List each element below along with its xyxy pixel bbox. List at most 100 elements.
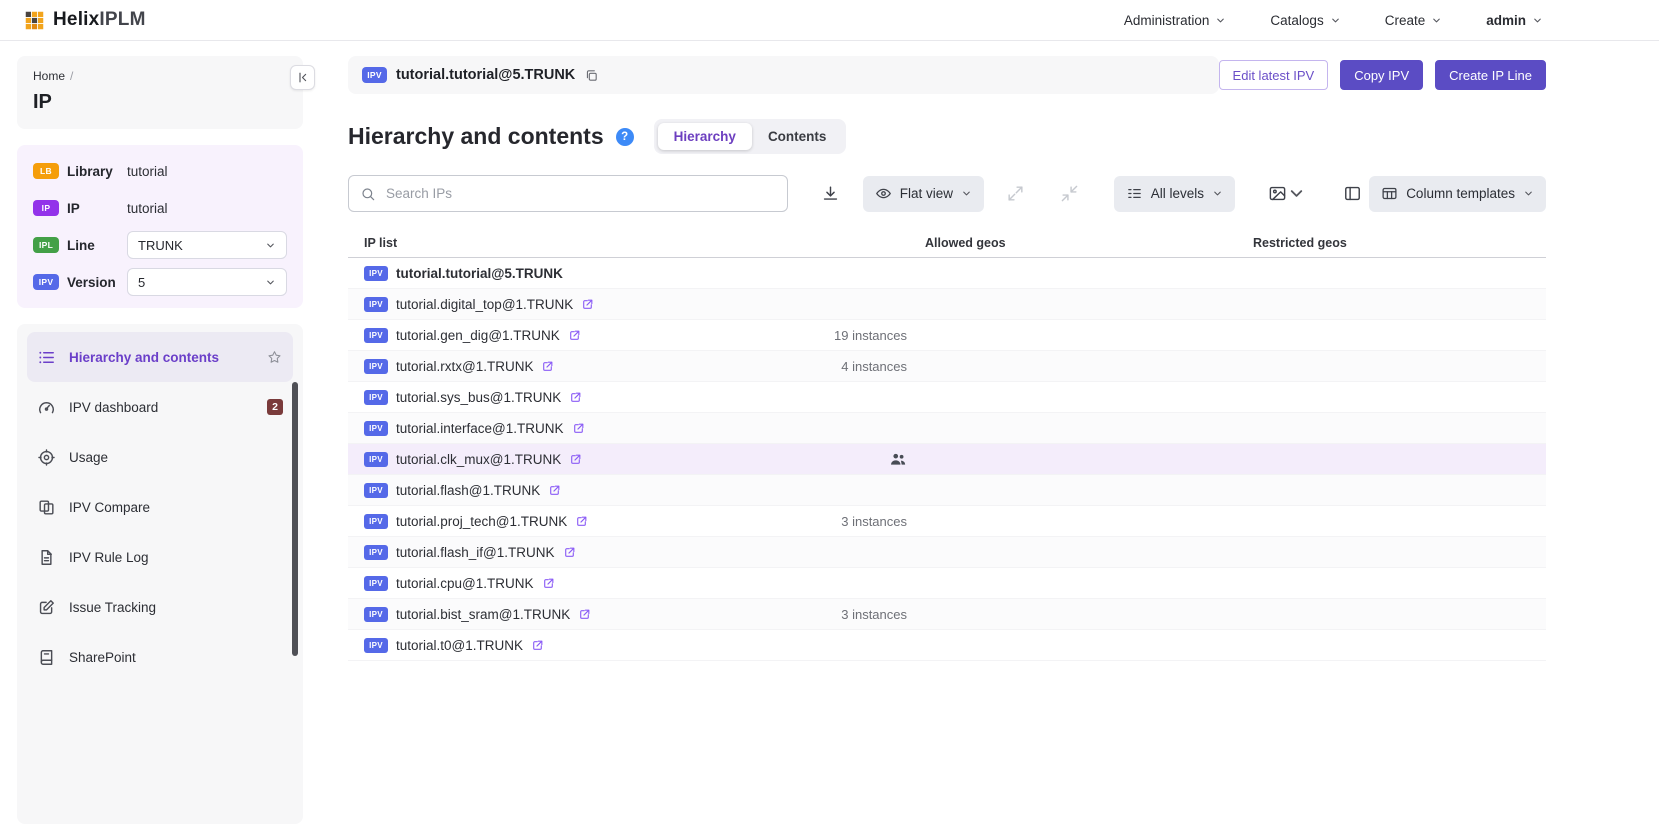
page-title: Hierarchy and contents bbox=[348, 123, 604, 150]
sidebar-item-label: Issue Tracking bbox=[69, 600, 156, 615]
table-row[interactable]: IPVtutorial.bist_sram@1.TRUNK3 instances bbox=[348, 599, 1546, 630]
table-row[interactable]: IPVtutorial.rxtx@1.TRUNK4 instances bbox=[348, 351, 1546, 382]
main-content: IPV tutorial.tutorial@5.TRUNK Edit lates… bbox=[348, 56, 1546, 661]
table-row[interactable]: IPVtutorial.gen_dig@1.TRUNK19 instances bbox=[348, 320, 1546, 351]
ip-name: tutorial.rxtx@1.TRUNK bbox=[396, 359, 533, 374]
table-row[interactable]: IPVtutorial.flash@1.TRUNK bbox=[348, 475, 1546, 506]
collapse-sidebar-button[interactable] bbox=[290, 65, 315, 90]
table-row[interactable]: IPVtutorial.tutorial@5.TRUNK bbox=[348, 258, 1546, 289]
menu-administration[interactable]: Administration bbox=[1124, 13, 1227, 28]
tab-hierarchy[interactable]: Hierarchy bbox=[658, 123, 752, 150]
book-icon bbox=[37, 648, 56, 667]
external-link-icon[interactable] bbox=[548, 484, 561, 497]
breadcrumb: Home/ bbox=[33, 69, 287, 83]
external-link-icon[interactable] bbox=[541, 360, 554, 373]
table-body: IPVtutorial.tutorial@5.TRUNKIPVtutorial.… bbox=[348, 258, 1546, 661]
board-view-button[interactable] bbox=[1336, 177, 1369, 211]
column-header-restricted-geos[interactable]: Restricted geos bbox=[1245, 236, 1546, 250]
all-levels-dropdown[interactable]: All levels bbox=[1114, 176, 1235, 212]
help-icon[interactable]: ? bbox=[616, 128, 634, 146]
ip-name: tutorial.proj_tech@1.TRUNK bbox=[396, 514, 567, 529]
column-header-allowed-geos[interactable]: Allowed geos bbox=[917, 236, 1245, 250]
ip-name: tutorial.interface@1.TRUNK bbox=[396, 421, 564, 436]
tab-contents[interactable]: Contents bbox=[752, 123, 843, 150]
sidebar-scrollbar[interactable] bbox=[292, 382, 298, 656]
edit-latest-ipv-button[interactable]: Edit latest IPV bbox=[1219, 60, 1329, 90]
column-header-ip-list[interactable]: IP list bbox=[348, 236, 917, 250]
external-link-icon[interactable] bbox=[569, 453, 582, 466]
ip-name: tutorial.sys_bus@1.TRUNK bbox=[396, 390, 561, 405]
library-value: tutorial bbox=[127, 164, 168, 179]
table-row[interactable]: IPVtutorial.cpu@1.TRUNK bbox=[348, 568, 1546, 599]
image-view-dropdown[interactable] bbox=[1265, 177, 1309, 211]
sidebar-item-ipv-dashboard[interactable]: IPV dashboard2 bbox=[27, 382, 293, 432]
version-select[interactable]: 5 bbox=[127, 268, 287, 296]
helix-logo-icon bbox=[24, 10, 45, 31]
ip-name: tutorial.clk_mux@1.TRUNK bbox=[396, 452, 561, 467]
sidebar-header: Home/ IP bbox=[17, 56, 303, 129]
table-row[interactable]: IPVtutorial.digital_top@1.TRUNK bbox=[348, 289, 1546, 320]
table-header: IP list Allowed geos Restricted geos bbox=[348, 236, 1546, 258]
hierarchy-icon bbox=[37, 348, 56, 367]
menu-admin-user[interactable]: admin bbox=[1486, 13, 1543, 28]
external-link-icon[interactable] bbox=[569, 391, 582, 404]
expand-icon bbox=[1006, 184, 1025, 203]
flat-view-dropdown[interactable]: Flat view bbox=[863, 176, 984, 212]
expand-all-button[interactable] bbox=[999, 177, 1032, 211]
sidebar-nav: Hierarchy and contentsIPV dashboard2 Usag… bbox=[17, 324, 303, 824]
collapse-all-button[interactable] bbox=[1053, 177, 1086, 211]
sidebar-item-label: Usage bbox=[69, 450, 108, 465]
copy-ipv-button[interactable]: Copy IPV bbox=[1340, 60, 1423, 90]
sidebar-item-sharepoint[interactable]: SharePoint bbox=[27, 632, 293, 682]
table-row[interactable]: IPV tutorial.sys_bus@1.TRUNK bbox=[348, 382, 1546, 413]
breadcrumb-home-link[interactable]: Home bbox=[33, 69, 65, 83]
sidebar-item-ipv-rule-log[interactable]: IPV Rule Log bbox=[27, 532, 293, 582]
ip-name: tutorial.t0@1.TRUNK bbox=[396, 638, 523, 653]
table-row[interactable]: IPV tutorial.t0@1.TRUNK bbox=[348, 630, 1546, 661]
ipv-banner: IPV tutorial.tutorial@5.TRUNK bbox=[348, 56, 1219, 94]
external-link-icon[interactable] bbox=[542, 577, 555, 590]
ipv-banner-row: IPV tutorial.tutorial@5.TRUNK Edit lates… bbox=[348, 56, 1546, 94]
copy-icon[interactable] bbox=[584, 68, 599, 83]
edit-icon bbox=[37, 598, 56, 617]
search-input[interactable] bbox=[384, 185, 776, 202]
menu-catalogs[interactable]: Catalogs bbox=[1270, 13, 1340, 28]
star-icon[interactable] bbox=[266, 349, 283, 366]
ipv-badge: IPV bbox=[362, 67, 387, 83]
ip-name: tutorial.digital_top@1.TRUNK bbox=[396, 297, 573, 312]
table-row[interactable]: IPVtutorial.flash_if@1.TRUNK bbox=[348, 537, 1546, 568]
ipv-badge: IPV bbox=[364, 390, 388, 405]
toolbar: Flat view All levels Column templates bbox=[348, 175, 1546, 212]
chevron-down-icon bbox=[1431, 15, 1442, 26]
ipv-badge: IPV bbox=[364, 638, 388, 653]
create-ip-line-button[interactable]: Create IP Line bbox=[1435, 60, 1546, 90]
collapse-left-icon bbox=[295, 70, 310, 85]
sidebar-item-hierarchy-and-contents[interactable]: Hierarchy and contents bbox=[27, 332, 293, 382]
external-link-icon[interactable] bbox=[572, 422, 585, 435]
menu-create[interactable]: Create bbox=[1385, 13, 1443, 28]
app-logo[interactable]: HelixIPLM bbox=[24, 9, 146, 31]
ip-row: IP IP tutorial bbox=[33, 194, 287, 222]
chevron-down-icon bbox=[265, 277, 276, 288]
chevron-down-icon bbox=[1532, 15, 1543, 26]
column-templates-dropdown[interactable]: Column templates bbox=[1369, 176, 1546, 212]
external-link-icon[interactable] bbox=[568, 329, 581, 342]
external-link-icon[interactable] bbox=[531, 639, 544, 652]
ip-value: tutorial bbox=[127, 201, 168, 216]
external-link-icon[interactable] bbox=[581, 298, 594, 311]
table-row[interactable]: IPVtutorial.interface@1.TRUNK bbox=[348, 413, 1546, 444]
sidebar-item-issue-tracking[interactable]: Issue Tracking bbox=[27, 582, 293, 632]
instances-count: 4 instances bbox=[841, 359, 907, 374]
ipv-badge: IPV bbox=[364, 576, 388, 591]
sidebar-item-ipv-compare[interactable]: IPV Compare bbox=[27, 482, 293, 532]
version-badge: IPV bbox=[33, 274, 59, 290]
external-link-icon[interactable] bbox=[578, 608, 591, 621]
external-link-icon[interactable] bbox=[563, 546, 576, 559]
external-link-icon[interactable] bbox=[575, 515, 588, 528]
download-button[interactable] bbox=[814, 177, 847, 211]
sidebar-item-usage[interactable]: Usage bbox=[27, 432, 293, 482]
table-row[interactable]: IPVtutorial.clk_mux@1.TRUNK bbox=[348, 444, 1546, 475]
line-select[interactable]: TRUNK bbox=[127, 231, 287, 259]
ipv-title: tutorial.tutorial@5.TRUNK bbox=[396, 67, 575, 83]
table-row[interactable]: IPVtutorial.proj_tech@1.TRUNK3 instances bbox=[348, 506, 1546, 537]
